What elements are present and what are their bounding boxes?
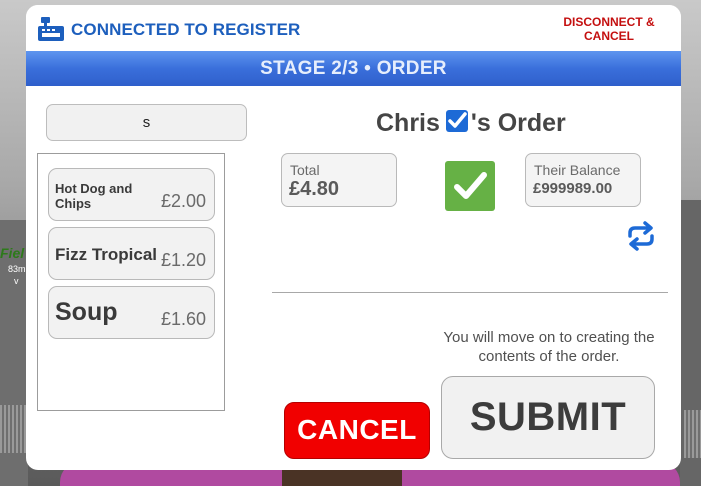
stage-label: STAGE 2/3 • ORDER <box>260 58 447 79</box>
item-list: Hot Dog and Chips £2.00 Fizz Tropical £1… <box>37 153 225 411</box>
check-icon <box>454 172 487 199</box>
order-title: Chris 's Order <box>376 107 566 139</box>
item-price: £1.60 <box>160 309 206 329</box>
item-hot-dog-and-chips[interactable]: Hot Dog and Chips £2.00 <box>48 168 215 221</box>
submit-button[interactable]: SUBMIT <box>441 376 655 459</box>
item-price: £2.00 <box>160 191 206 211</box>
cash-register-icon <box>38 17 64 41</box>
world-distance-text: 83m <box>8 264 26 274</box>
customer-name: Chris <box>376 108 440 137</box>
item-fizz-tropical[interactable]: Fizz Tropical £1.20 <box>48 227 215 280</box>
refresh-icon[interactable] <box>626 221 656 251</box>
item-name: Soup <box>55 298 118 326</box>
item-search-input[interactable] <box>46 104 247 141</box>
item-price: £1.20 <box>160 250 206 270</box>
total-label: Total <box>290 162 320 178</box>
customer-check-icon <box>445 110 468 132</box>
world-marker-text: v <box>14 276 19 286</box>
info-text: You will move on to creating the content… <box>443 329 655 365</box>
connection-title: CONNECTED TO REGISTER <box>71 20 301 39</box>
cancel-button[interactable]: CANCEL <box>284 402 430 459</box>
dialog-header: CONNECTED TO REGISTER DISCONNECT & CANCE… <box>26 5 681 51</box>
balance-box: Their Balance £999989.00 <box>525 153 641 207</box>
world-sign-text: Fiel <box>0 245 25 261</box>
stage-bar: STAGE 2/3 • ORDER <box>26 51 681 86</box>
register-dialog: CONNECTED TO REGISTER DISCONNECT & CANCE… <box>26 5 681 470</box>
item-soup[interactable]: Soup £1.60 <box>48 286 215 339</box>
divider <box>272 292 668 293</box>
total-box: Total £4.80 <box>281 153 397 207</box>
total-value: £4.80 <box>289 178 340 200</box>
confirm-checkbox[interactable] <box>445 161 495 211</box>
order-title-suffix: 's Order <box>470 108 566 137</box>
background-vent <box>0 405 28 453</box>
item-name: Hot Dog and Chips <box>55 181 133 211</box>
disconnect-cancel-button[interactable]: DISCONNECT & CANCEL <box>554 15 664 45</box>
background-vent-right <box>684 410 701 458</box>
balance-label: Their Balance <box>534 162 621 178</box>
item-name: Fizz Tropical <box>55 245 158 264</box>
balance-value: £999989.00 <box>533 180 613 197</box>
